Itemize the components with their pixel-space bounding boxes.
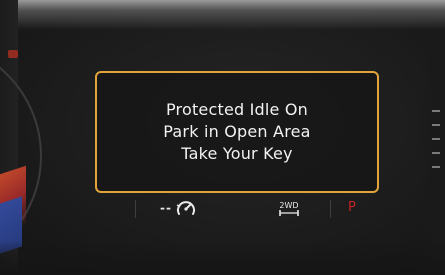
- drive-mode-indicator: 2WD: [278, 201, 300, 219]
- message-line-1: Protected Idle On: [165, 100, 309, 119]
- right-gauge-ticks: [432, 110, 442, 190]
- drive-mode-label: 2WD: [279, 201, 299, 210]
- status-bar: -- 2WD P: [0, 196, 445, 222]
- ambient-light-red-top: [8, 50, 18, 58]
- instrument-cluster: Protected Idle On Park in Open Area Take…: [0, 0, 445, 275]
- alert-message-box: Protected Idle On Park in Open Area Take…: [95, 71, 379, 193]
- message-line-2: Park in Open Area: [163, 122, 311, 141]
- status-divider-left: [135, 200, 136, 218]
- axle-icon: [279, 210, 299, 216]
- message-line-3: Take Your Key: [181, 144, 293, 163]
- glass-glare: [0, 0, 445, 30]
- status-divider-right: [330, 200, 331, 218]
- cruise-control-icon: [176, 201, 195, 215]
- cruise-speed-readout: --: [160, 201, 172, 215]
- gear-indicator: P: [348, 200, 356, 215]
- bottom-fade: [0, 240, 445, 275]
